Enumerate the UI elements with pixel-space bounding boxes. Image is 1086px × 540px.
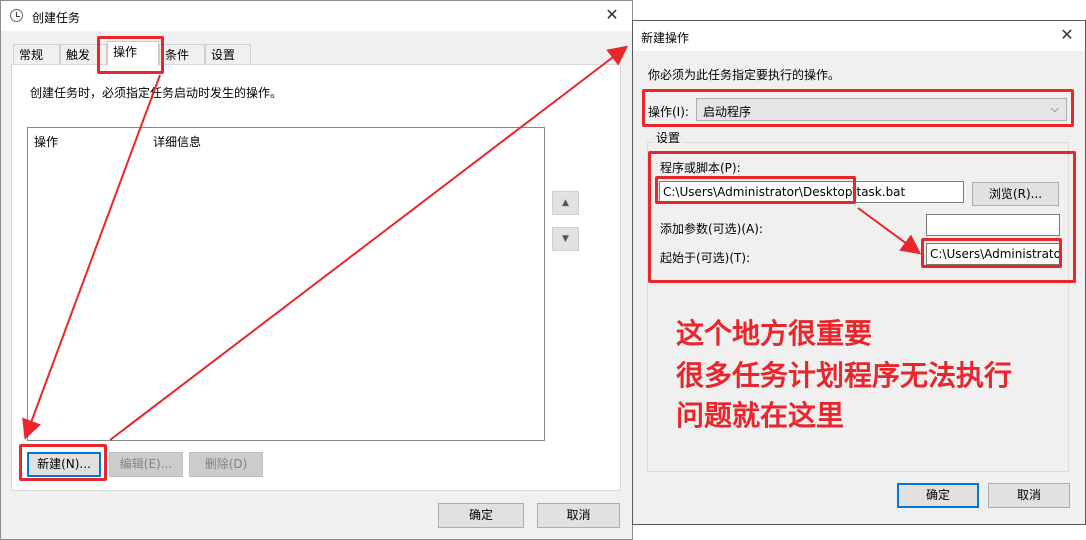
annotation-line-2: 很多任务计划程序无法执行: [676, 359, 1013, 392]
arrow-tab-to-new: [22, 74, 161, 440]
arrow-new-to-dialog: [109, 45, 629, 441]
annotation-line-1: 这个地方很重要: [676, 317, 873, 350]
annotation-line-3: 问题就在这里: [676, 399, 845, 432]
tab-actions[interactable]: 操作: [107, 41, 159, 66]
arrow-path-to-start-in: [857, 207, 922, 255]
annotation-arrows: [22, 45, 922, 441]
